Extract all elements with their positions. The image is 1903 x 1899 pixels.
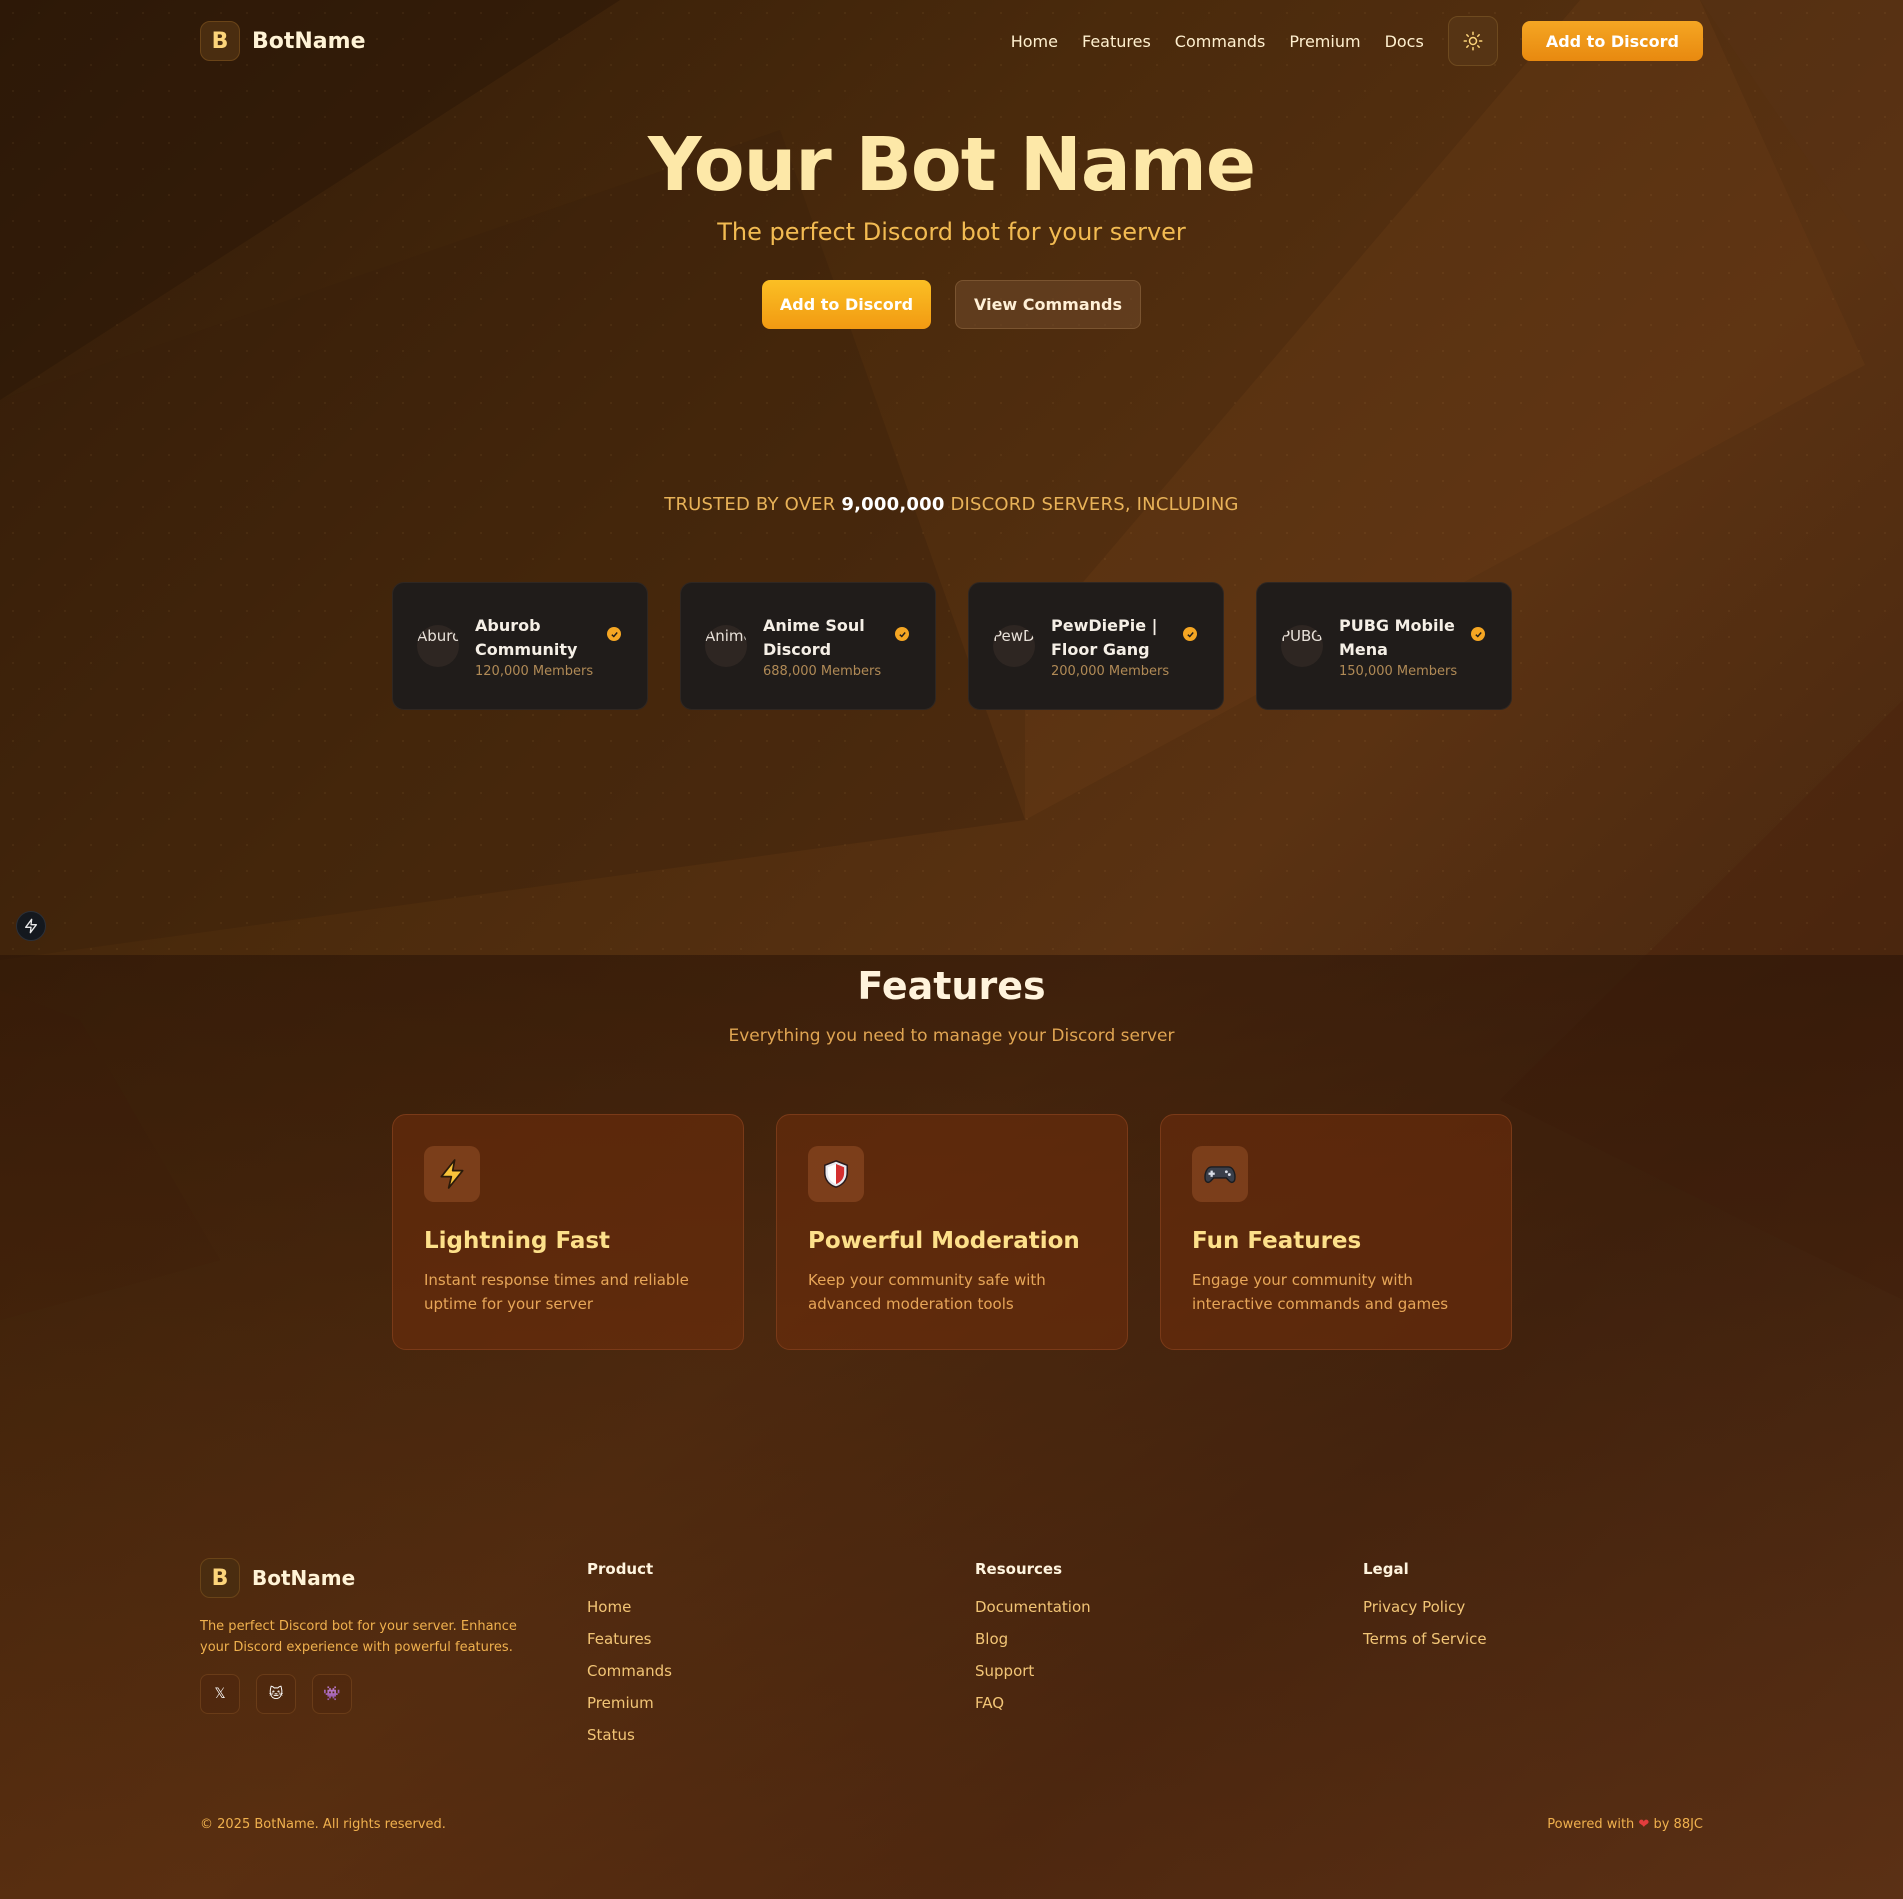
theme-toggle-button[interactable]	[1447, 16, 1498, 66]
nav-link-premium[interactable]: Premium	[1289, 32, 1360, 51]
server-avatar: PUBG Mobile Mena	[1281, 625, 1323, 667]
footer-link-support[interactable]: Support	[975, 1662, 1091, 1680]
feature-desc: Keep your community safe with advanced m…	[808, 1271, 1046, 1313]
heart-icon: ❤	[1638, 1817, 1650, 1832]
feature-title: Fun Features	[1192, 1228, 1362, 1254]
footer-column-title: Product	[587, 1560, 654, 1578]
server-card[interactable]: Aburob Community Aburob Community 120,00…	[392, 582, 648, 710]
hero-buttons: Add to Discord View Commands	[0, 280, 1903, 329]
footer-link-status[interactable]: Status	[587, 1726, 672, 1744]
footer-link-premium[interactable]: Premium	[587, 1694, 672, 1712]
feature-title: Powerful Moderation	[808, 1228, 1080, 1254]
bolt-icon	[25, 918, 37, 934]
add-to-discord-button[interactable]: Add to Discord	[762, 280, 931, 329]
server-card[interactable]: PewDiePie | Floor Gang PewDiePie | Floor…	[968, 582, 1224, 710]
footer-column-product: Product Home Features Commands Premium S…	[587, 1560, 672, 1758]
server-card[interactable]: Anime Soul Discord Anime Soul Discord 68…	[680, 582, 936, 710]
footer-link-commands[interactable]: Commands	[587, 1662, 672, 1680]
trusted-suffix: DISCORD SERVERS, INCLUDING	[950, 494, 1239, 515]
server-avatar: Anime Soul Discord	[705, 625, 747, 667]
feature-cards: Lightning Fast Instant response times an…	[392, 1114, 1512, 1350]
hero-subtitle: The perfect Discord bot for your server	[717, 218, 1186, 246]
footer-logo[interactable]: B	[200, 1558, 240, 1598]
feature-desc: Engage your community with interactive c…	[1192, 1271, 1449, 1313]
powered-suffix: by 88JC	[1653, 1817, 1703, 1832]
hero-title: Your Bot Name	[647, 122, 1256, 208]
server-list: Aburob Community Aburob Community 120,00…	[392, 582, 1512, 710]
footer-link-features[interactable]: Features	[587, 1630, 672, 1648]
verified-check-icon	[607, 627, 621, 641]
nav-link-commands[interactable]: Commands	[1175, 32, 1266, 51]
view-commands-button[interactable]: View Commands	[955, 280, 1141, 329]
footer-column-title: Legal	[1363, 1560, 1409, 1578]
feature-card: Fun Features Engage your community with …	[1160, 1114, 1512, 1350]
server-members: 150,000 Members	[1339, 663, 1458, 679]
footer-link-privacy-policy[interactable]: Privacy Policy	[1363, 1598, 1487, 1616]
features-subtitle: Everything you need to manage your Disco…	[728, 1026, 1175, 1046]
server-name: Aburob Community	[475, 615, 578, 659]
footer-column-title: Resources	[975, 1560, 1063, 1578]
copyright-text: © 2025 BotName. All rights reserved.	[200, 1817, 446, 1832]
feature-card: Powerful Moderation Keep your community …	[776, 1114, 1128, 1350]
social-links: 𝕏 🐱 👾	[200, 1674, 540, 1714]
footer-brand-name: BotName	[252, 1566, 356, 1590]
nav-link-docs[interactable]: Docs	[1385, 32, 1424, 51]
footer-link-blog[interactable]: Blog	[975, 1630, 1091, 1648]
brand-name[interactable]: BotName	[252, 29, 366, 54]
nav-links: Home Features Commands Premium Docs Add …	[987, 16, 1703, 66]
footer-link-faq[interactable]: FAQ	[975, 1694, 1091, 1712]
footer-column-resources: Resources Documentation Blog Support FAQ	[975, 1560, 1091, 1726]
verified-check-icon	[895, 627, 909, 641]
server-card[interactable]: PUBG Mobile Mena PUBG Mobile Mena 150,00…	[1256, 582, 1512, 710]
lightning-icon	[424, 1146, 480, 1202]
footer-link-terms-of-service[interactable]: Terms of Service	[1363, 1630, 1487, 1648]
shield-icon	[808, 1146, 864, 1202]
server-members: 200,000 Members	[1051, 663, 1170, 679]
server-avatar: Aburob Community	[417, 625, 459, 667]
footer-description: The perfect Discord bot for your server.…	[200, 1619, 517, 1655]
trusted-count: 9,000,000	[841, 494, 945, 515]
server-members: 120,000 Members	[475, 663, 594, 679]
footer-column-legal: Legal Privacy Policy Terms of Service	[1363, 1560, 1487, 1662]
discord-icon[interactable]: 👾	[312, 1674, 352, 1714]
powered-prefix: Powered with	[1547, 1817, 1635, 1832]
floating-bolt-button[interactable]	[16, 911, 46, 941]
footer-link-documentation[interactable]: Documentation	[975, 1598, 1091, 1616]
verified-check-icon	[1183, 627, 1197, 641]
footer-link-home[interactable]: Home	[587, 1598, 672, 1616]
sun-icon	[1463, 31, 1483, 51]
github-cat-icon[interactable]: 🐱	[256, 1674, 296, 1714]
features-title: Features	[857, 964, 1046, 1008]
nav-link-features[interactable]: Features	[1082, 32, 1151, 51]
powered-by-text: Powered with ❤ by 88JC	[1547, 1817, 1703, 1832]
server-name: PUBG Mobile Mena	[1339, 615, 1455, 659]
feature-card: Lightning Fast Instant response times an…	[392, 1114, 744, 1350]
nav-add-to-discord-button[interactable]: Add to Discord	[1521, 21, 1703, 61]
feature-desc: Instant response times and reliable upti…	[424, 1271, 689, 1313]
server-members: 688,000 Members	[763, 663, 882, 679]
server-name: Anime Soul Discord	[763, 615, 865, 659]
footer-brand-column: B BotName The perfect Discord bot for yo…	[200, 1558, 540, 1714]
server-avatar: PewDiePie | Floor Gang	[993, 625, 1035, 667]
verified-check-icon	[1471, 627, 1485, 641]
logo[interactable]: B	[200, 21, 240, 61]
x-icon[interactable]: 𝕏	[200, 1674, 240, 1714]
server-name: PewDiePie | Floor Gang	[1051, 615, 1158, 659]
trusted-prefix: TRUSTED BY OVER	[664, 494, 836, 515]
trusted-by-text: TRUSTED BY OVER 9,000,000 DISCORD SERVER…	[0, 494, 1903, 515]
feature-title: Lightning Fast	[424, 1228, 611, 1254]
nav-link-home[interactable]: Home	[1011, 32, 1058, 51]
gamepad-icon	[1192, 1146, 1248, 1202]
top-navigation: B BotName Home Features Commands Premium…	[200, 16, 1703, 66]
